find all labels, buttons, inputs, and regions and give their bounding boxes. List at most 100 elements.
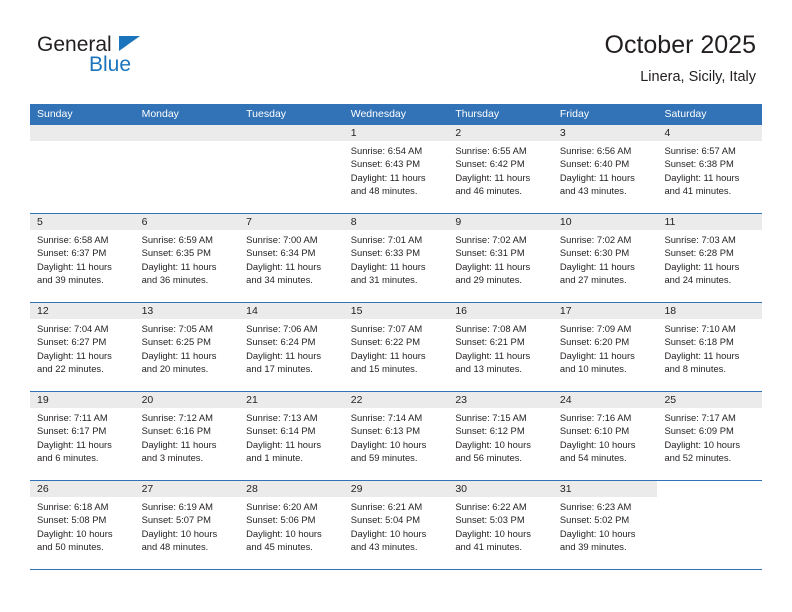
calendar-day-cell[interactable]: 10 Sunrise: 7:02 AM Sunset: 6:30 PM Dayligh… (552, 214, 658, 302)
sunrise-text: Sunrise: 7:10 AM (664, 323, 736, 334)
sunrise-text: Sunrise: 7:15 AM (455, 412, 527, 423)
calendar-day-cell[interactable]: 29 Sunrise: 6:21 AM Sunset: 5:04 PM Dayligh… (343, 481, 449, 569)
calendar-day-cell[interactable]: 19 Sunrise: 7:11 AM Sunset: 6:17 PM Dayligh… (30, 392, 135, 480)
day-number: 23 (455, 394, 467, 406)
sunrise-text: Sunrise: 7:07 AM (350, 323, 423, 334)
daylight-text-line1: Daylight: 11 hours (141, 260, 217, 272)
day-number-band: 13 (134, 303, 240, 319)
day-sun-info: Sunrise: 7:11 AM Sunset: 6:17 PM Daylight:… (30, 408, 135, 465)
calendar-day-cell[interactable]: 7 Sunrise: 7:00 AM Sunset: 6:34 PM Daylight… (239, 214, 344, 302)
daylight-text-line2: and 27 minutes. (559, 274, 627, 286)
daylight-text-line1: Daylight: 11 hours (455, 349, 531, 361)
calendar-day-cell[interactable]: 13 Sunrise: 7:05 AM Sunset: 6:25 PM Dayligh… (134, 303, 240, 391)
day-sun-info: Sunrise: 6:20 AM Sunset: 5:06 PM Daylight:… (239, 497, 344, 554)
day-number: 12 (37, 305, 49, 317)
daylight-text-line2: and 8 minutes. (664, 363, 726, 375)
calendar-day-cell[interactable]: 28 Sunrise: 6:20 AM Sunset: 5:06 PM Dayligh… (239, 481, 344, 569)
calendar-day-cell[interactable]: 2 Sunrise: 6:55 AM Sunset: 6:42 PM Daylight… (448, 125, 553, 213)
calendar-day-cell[interactable]: 27 Sunrise: 6:19 AM Sunset: 5:07 PM Dayligh… (134, 481, 240, 569)
daylight-text-line1: Daylight: 11 hours (37, 260, 112, 272)
sunset-text: Sunset: 6:24 PM (246, 336, 316, 348)
day-number-band: 14 (239, 303, 344, 319)
sunrise-text: Sunrise: 7:08 AM (455, 323, 527, 334)
day-sun-info: Sunrise: 7:12 AM Sunset: 6:16 PM Daylight:… (135, 408, 240, 465)
sunset-text: Sunset: 6:12 PM (455, 425, 525, 437)
day-number: 29 (350, 483, 363, 495)
calendar-day-cell[interactable]: 11 Sunrise: 7:03 AM Sunset: 6:28 PM Dayligh… (657, 214, 763, 302)
calendar-day-cell[interactable]: 1 Sunrise: 6:54 AM Sunset: 6:43 PM Daylight… (343, 125, 449, 213)
title-block: October 2025 Linera, Sicily, Italy (605, 30, 757, 87)
day-sun-info: Sunrise: 7:04 AM Sunset: 6:27 PM Daylight:… (30, 319, 135, 376)
sunrise-text: Sunrise: 7:01 AM (350, 234, 423, 245)
calendar-day-cell[interactable]: 21 Sunrise: 7:13 AM Sunset: 6:14 PM Dayligh… (239, 392, 344, 480)
weekday-header-sunday: Sunday (37, 108, 73, 120)
day-sun-info: Sunrise: 6:58 AM Sunset: 6:37 PM Daylight:… (30, 230, 135, 287)
calendar-day-cell[interactable]: 4 Sunrise: 6:57 AM Sunset: 6:38 PM Daylight… (657, 125, 763, 213)
day-number-band (239, 125, 344, 141)
sunrise-text: Sunrise: 6:56 AM (559, 145, 632, 156)
general-blue-logo: General Blue (37, 33, 237, 83)
calendar-day-cell[interactable]: 17 Sunrise: 7:09 AM Sunset: 6:20 PM Dayligh… (552, 303, 658, 391)
daylight-text-line1: Daylight: 11 hours (141, 438, 217, 450)
calendar-day-cell[interactable]: 20 Sunrise: 7:12 AM Sunset: 6:16 PM Dayligh… (134, 392, 240, 480)
daylight-text-line2: and 20 minutes. (141, 363, 209, 375)
daylight-text-line2: and 50 minutes. (37, 541, 104, 553)
calendar-day-cell[interactable]: 15 Sunrise: 7:07 AM Sunset: 6:22 PM Dayligh… (343, 303, 449, 391)
daylight-text-line1: Daylight: 11 hours (664, 260, 740, 272)
calendar-day-cell[interactable]: 3 Sunrise: 6:56 AM Sunset: 6:40 PM Daylight… (552, 125, 658, 213)
calendar-day-cell[interactable]: 25 Sunrise: 7:17 AM Sunset: 6:09 PM Dayligh… (657, 392, 763, 480)
sunrise-text: Sunrise: 6:59 AM (141, 234, 213, 245)
calendar-day-cell[interactable]: 8 Sunrise: 7:01 AM Sunset: 6:33 PM Daylight… (343, 214, 449, 302)
sunrise-text: Sunrise: 6:19 AM (141, 501, 213, 512)
sunset-text: Sunset: 6:09 PM (664, 425, 734, 437)
day-number-band: 30 (448, 481, 553, 497)
sunrise-text: Sunrise: 7:13 AM (246, 412, 318, 423)
day-sun-info: Sunrise: 6:56 AM Sunset: 6:40 PM Daylight:… (553, 141, 658, 198)
daylight-text-line2: and 29 minutes. (455, 274, 523, 286)
calendar-day-cell[interactable]: 24 Sunrise: 7:16 AM Sunset: 6:10 PM Dayligh… (552, 392, 658, 480)
calendar-day-cell[interactable]: 31 Sunrise: 6:23 AM Sunset: 5:02 PM Dayligh… (552, 481, 658, 569)
day-number: 4 (664, 127, 671, 139)
calendar-day-cell[interactable]: 22 Sunrise: 7:14 AM Sunset: 6:13 PM Dayligh… (343, 392, 449, 480)
daylight-text-line1: Daylight: 10 hours (350, 438, 427, 450)
sunset-text: Sunset: 6:20 PM (559, 336, 630, 348)
weekday-header-saturday: Saturday (664, 108, 707, 120)
daylight-text-line1: Daylight: 11 hours (350, 260, 426, 272)
calendar-day-cell[interactable]: 18 Sunrise: 7:10 AM Sunset: 6:18 PM Dayligh… (657, 303, 763, 391)
daylight-text-line2: and 15 minutes. (350, 363, 418, 375)
calendar-week-row: 12 Sunrise: 7:04 AM Sunset: 6:27 PM Dayligh… (30, 303, 763, 392)
day-number-band (134, 125, 240, 141)
daylight-text-line1: Daylight: 11 hours (559, 349, 635, 361)
day-sun-info: Sunrise: 6:19 AM Sunset: 5:07 PM Daylight:… (135, 497, 240, 554)
calendar-day-cell[interactable]: 5 Sunrise: 6:58 AM Sunset: 6:37 PM Daylight… (30, 214, 135, 302)
calendar-day-cell[interactable]: 23 Sunrise: 7:15 AM Sunset: 6:12 PM Dayligh… (448, 392, 553, 480)
sunrise-text: Sunrise: 7:04 AM (37, 323, 109, 334)
calendar-day-cell[interactable]: 16 Sunrise: 7:08 AM Sunset: 6:21 PM Dayligh… (448, 303, 553, 391)
calendar-day-cell[interactable]: 9 Sunrise: 7:02 AM Sunset: 6:31 PM Daylight… (448, 214, 553, 302)
calendar-day-cell[interactable]: 30 Sunrise: 6:22 AM Sunset: 5:03 PM Dayligh… (448, 481, 553, 569)
calendar-day-cell[interactable]: 14 Sunrise: 7:06 AM Sunset: 6:24 PM Dayligh… (239, 303, 344, 391)
daylight-text-line1: Daylight: 11 hours (246, 438, 322, 450)
sunset-text: Sunset: 6:38 PM (664, 158, 734, 170)
day-number-band: 5 (30, 214, 135, 230)
day-sun-info: Sunrise: 7:09 AM Sunset: 6:20 PM Daylight:… (553, 319, 658, 376)
calendar-week-row: 19 Sunrise: 7:11 AM Sunset: 6:17 PM Dayligh… (30, 392, 763, 481)
daylight-text-line2: and 10 minutes. (559, 363, 627, 375)
daylight-text-line1: Daylight: 11 hours (141, 349, 217, 361)
daylight-text-line1: Daylight: 11 hours (559, 260, 635, 272)
day-number: 21 (246, 394, 258, 406)
daylight-text-line2: and 31 minutes. (350, 274, 418, 286)
calendar-day-cell[interactable]: 6 Sunrise: 6:59 AM Sunset: 6:35 PM Daylight… (134, 214, 240, 302)
daylight-text-line1: Daylight: 10 hours (455, 438, 531, 450)
sunset-text: Sunset: 6:40 PM (559, 158, 630, 170)
sunrise-text: Sunrise: 6:55 AM (455, 145, 527, 156)
day-number: 31 (559, 483, 572, 495)
daylight-text-line2: and 13 minutes. (455, 363, 523, 375)
calendar-day-cell[interactable]: 26 Sunrise: 6:18 AM Sunset: 5:08 PM Dayligh… (30, 481, 135, 569)
sunset-text: Sunset: 6:31 PM (455, 247, 525, 259)
day-number-band: 17 (552, 303, 658, 319)
calendar-page: General Blue October 2025 Linera, Sicily… (0, 0, 792, 612)
sunset-text: Sunset: 5:07 PM (141, 514, 211, 526)
sunrise-text: Sunrise: 7:14 AM (350, 412, 423, 423)
calendar-day-cell[interactable]: 12 Sunrise: 7:04 AM Sunset: 6:27 PM Dayligh… (30, 303, 135, 391)
